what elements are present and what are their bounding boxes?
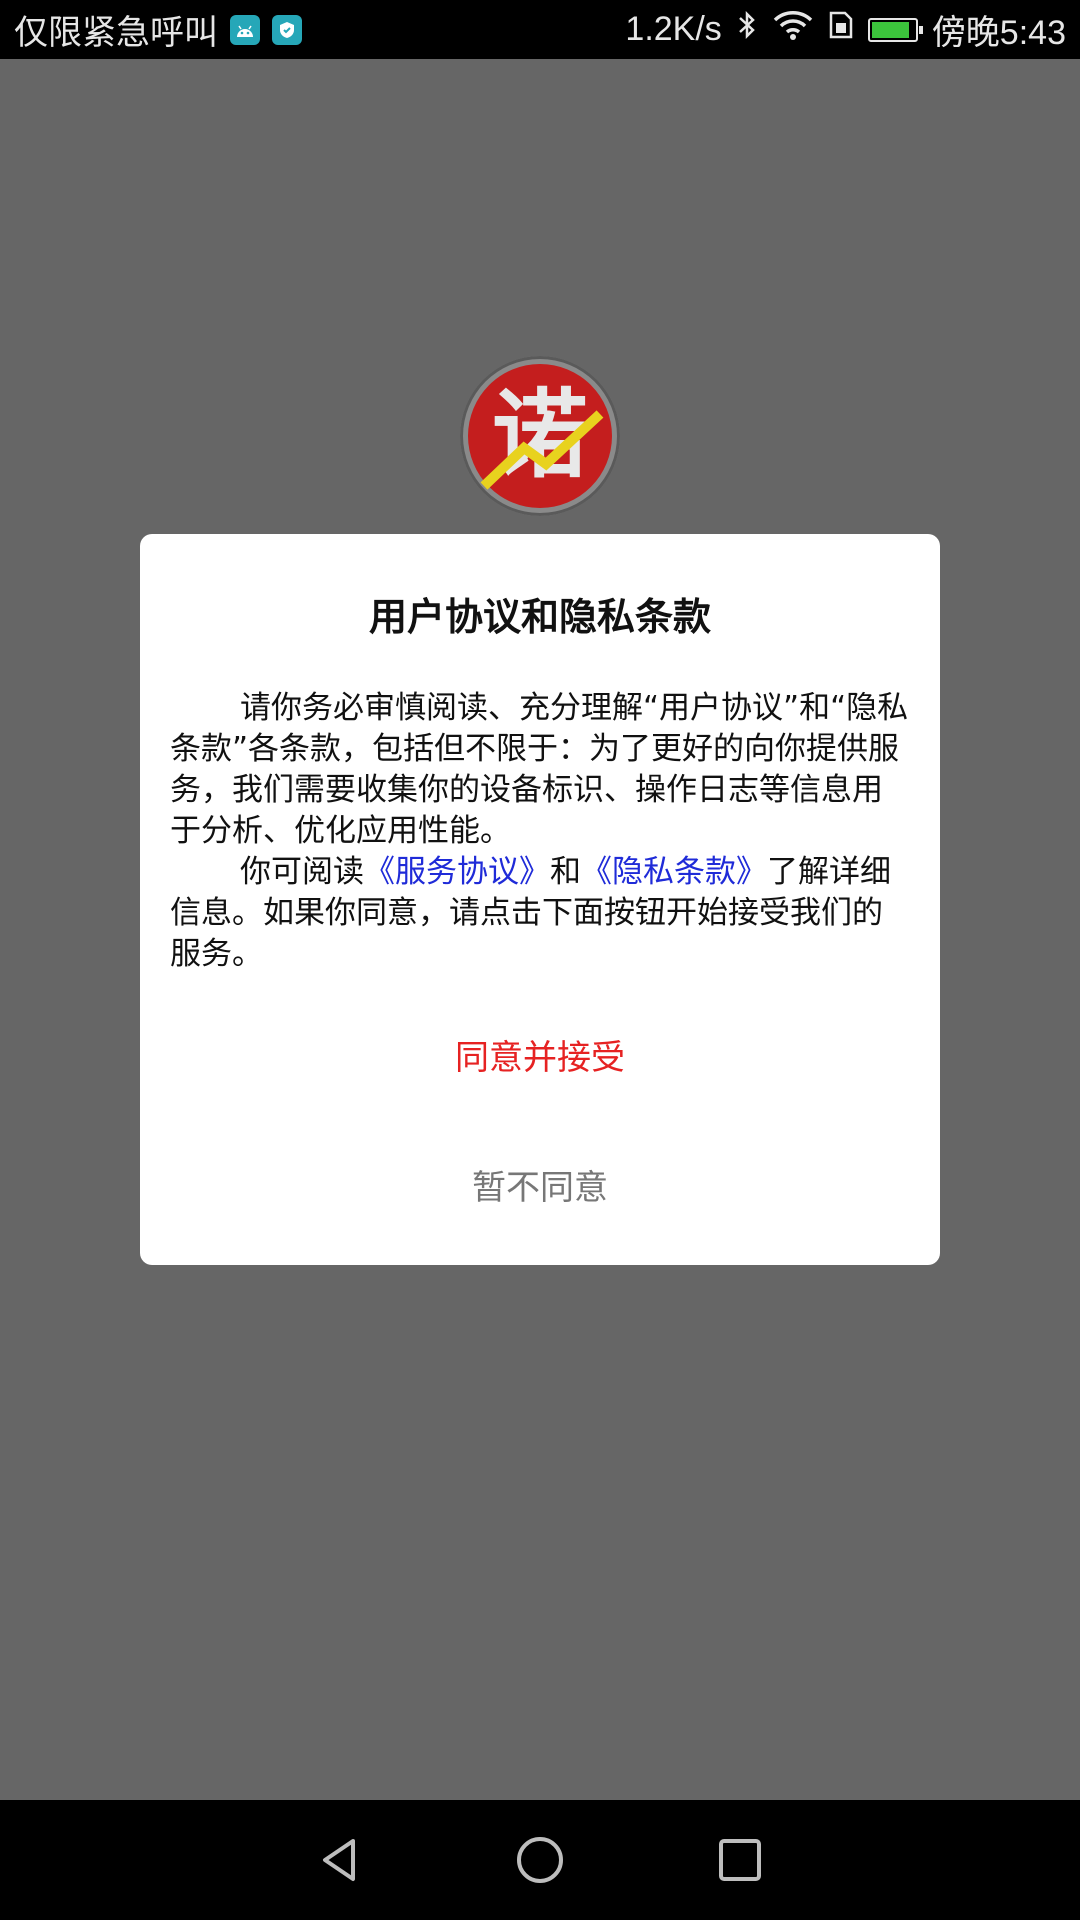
status-right: 1.2K/s 傍晚5:43 (625, 0, 1066, 59)
clock-text: 傍晚5:43 (931, 14, 1066, 52)
dialog-title: 用户协议和隐私条款 (368, 595, 711, 639)
status-bar: 仅限紧急呼叫 1.2K/s 傍晚5:43 (0, 0, 1080, 59)
network-speed: 1.2K/s (625, 10, 722, 48)
battery-level (871, 21, 910, 38)
privacy-policy-link[interactable]: 《隐私条款》 (581, 854, 767, 890)
paragraph-2-prefix: 你可阅读 (240, 854, 364, 890)
carrier-text: 仅限紧急呼叫 (14, 14, 218, 52)
android-notification-icon (230, 14, 260, 45)
service-agreement-link[interactable]: 《服务协议》 (364, 854, 550, 890)
decline-button[interactable]: 暂不同意 (140, 1158, 940, 1218)
navigation-bar (0, 1800, 1080, 1920)
bluetooth-icon (736, 8, 758, 51)
app-logo: 诺 (460, 356, 620, 516)
dialog-paragraph-1: 请你务必审慎阅读、充分理解“用户协议”和“隐私条款”各条款，包括但不限于：为了更… (170, 690, 909, 849)
recents-icon (719, 1839, 761, 1881)
home-icon (517, 1837, 563, 1883)
back-icon (323, 1839, 355, 1881)
wifi-icon (772, 8, 814, 51)
recents-button[interactable] (700, 1820, 780, 1900)
dialog-paragraph-2: 你可阅读《服务协议》和《隐私条款》了解详细信息。如果你同意，请点击下面按钮开始接… (170, 852, 910, 975)
back-button[interactable] (300, 1820, 380, 1900)
dialog-body: 请你务必审慎阅读、充分理解“用户协议”和“隐私条款”各条款，包括但不限于：为了更… (170, 688, 910, 975)
shield-notification-icon (272, 14, 302, 45)
accept-button[interactable]: 同意并接受 (140, 1028, 940, 1088)
home-button[interactable] (500, 1820, 580, 1900)
screen: 仅限紧急呼叫 1.2K/s 傍晚5:43 诺 用户协议和隐私条款 请你务必审慎阅… (0, 0, 1080, 1920)
battery-icon (867, 17, 923, 42)
sim-icon (828, 10, 854, 49)
status-left: 仅限紧急呼叫 (14, 0, 302, 59)
privacy-dialog: 用户协议和隐私条款 请你务必审慎阅读、充分理解“用户协议”和“隐私条款”各条款，… (140, 534, 940, 1265)
conjunction-text: 和 (550, 854, 581, 890)
